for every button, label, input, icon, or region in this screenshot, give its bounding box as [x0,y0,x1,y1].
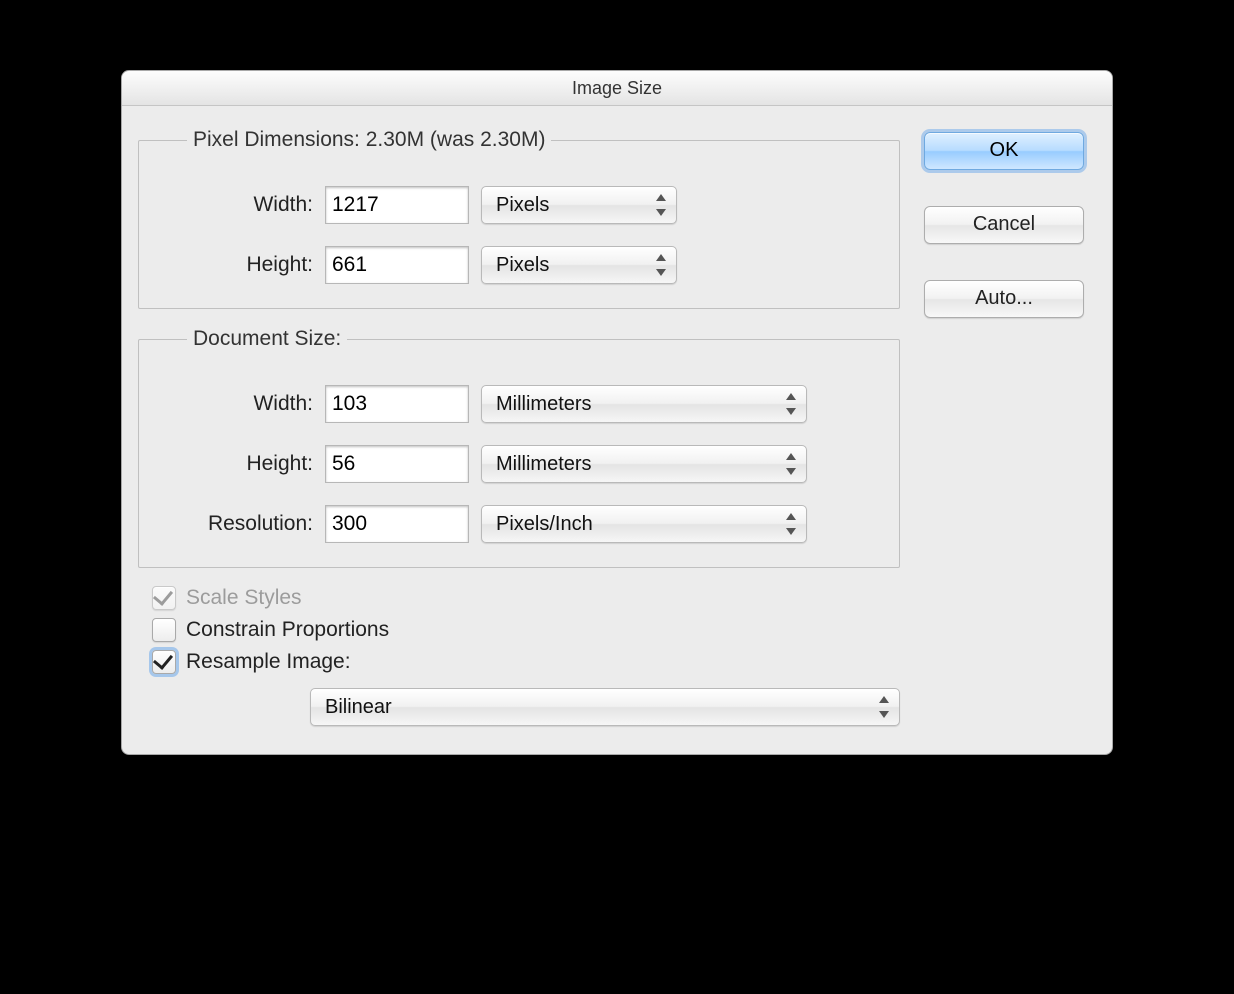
doc-height-row: Height: Millimeters [163,445,875,483]
doc-height-unit-value: Millimeters [496,453,592,476]
pixel-width-label: Width: [163,193,313,217]
resample-image-checkbox[interactable] [152,650,176,674]
pixel-width-row: Width: Pixels [163,186,875,224]
dialog-content: Pixel Dimensions: 2.30M (was 2.30M) Widt… [122,106,1112,754]
pixel-width-unit-value: Pixels [496,194,549,217]
pixel-height-unit-dropdown[interactable]: Pixels [481,246,677,284]
constrain-proportions-row: Constrain Proportions [152,618,900,642]
document-size-group: Document Size: Width: Millimeters Height… [138,327,900,568]
pixel-width-unit-dropdown[interactable]: Pixels [481,186,677,224]
updown-icon [784,393,798,415]
resample-method-dropdown[interactable]: Bilinear [310,688,900,726]
doc-height-label: Height: [163,452,313,476]
cancel-button[interactable]: Cancel [924,206,1084,244]
image-size-dialog: Image Size Pixel Dimensions: 2.30M (was … [121,70,1113,755]
window-title: Image Size [122,71,1112,106]
resample-method-value: Bilinear [325,696,392,719]
updown-icon [784,513,798,535]
pixel-dimensions-group: Pixel Dimensions: 2.30M (was 2.30M) Widt… [138,128,900,309]
button-column: OK Cancel Auto... [924,128,1084,726]
pixel-height-row: Height: Pixels [163,246,875,284]
doc-width-unit-value: Millimeters [496,393,592,416]
ok-button[interactable]: OK [924,132,1084,170]
scale-styles-row: Scale Styles [152,586,900,610]
doc-width-row: Width: Millimeters [163,385,875,423]
auto-button[interactable]: Auto... [924,280,1084,318]
doc-width-label: Width: [163,392,313,416]
doc-resolution-unit-value: Pixels/Inch [496,513,593,536]
doc-height-unit-dropdown[interactable]: Millimeters [481,445,807,483]
pixel-dimensions-legend: Pixel Dimensions: 2.30M (was 2.30M) [187,128,551,152]
main-column: Pixel Dimensions: 2.30M (was 2.30M) Widt… [138,128,900,726]
resample-method-row: Bilinear [310,688,900,726]
doc-resolution-unit-dropdown[interactable]: Pixels/Inch [481,505,807,543]
scale-styles-checkbox [152,586,176,610]
pixel-height-unit-value: Pixels [496,254,549,277]
pixel-width-input[interactable] [325,186,469,224]
pixel-height-label: Height: [163,253,313,277]
doc-resolution-input[interactable] [325,505,469,543]
doc-height-input[interactable] [325,445,469,483]
doc-resolution-row: Resolution: Pixels/Inch [163,505,875,543]
pixel-height-input[interactable] [325,246,469,284]
document-size-legend: Document Size: [187,327,347,351]
updown-icon [654,194,668,216]
doc-resolution-label: Resolution: [163,512,313,536]
constrain-proportions-label: Constrain Proportions [186,618,389,642]
updown-icon [784,453,798,475]
constrain-proportions-checkbox[interactable] [152,618,176,642]
updown-icon [654,254,668,276]
doc-width-input[interactable] [325,385,469,423]
resample-image-label: Resample Image: [186,650,351,674]
scale-styles-label: Scale Styles [186,586,302,610]
updown-icon [877,696,891,718]
doc-width-unit-dropdown[interactable]: Millimeters [481,385,807,423]
resample-image-row: Resample Image: [152,650,900,674]
